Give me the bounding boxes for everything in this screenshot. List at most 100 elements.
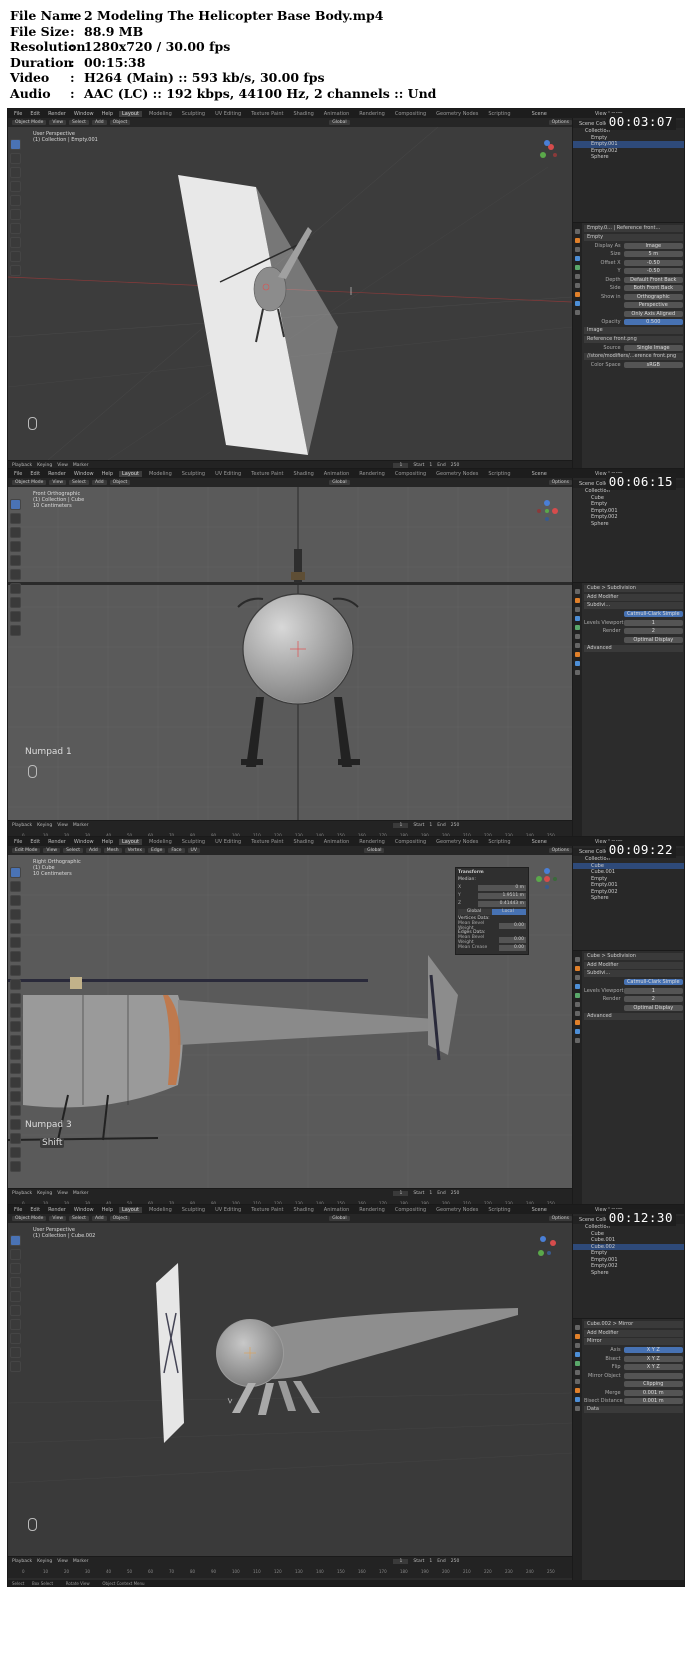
menu-item-window[interactable]: Window	[72, 839, 96, 845]
properties-tab-icon[interactable]	[575, 256, 580, 261]
property-header[interactable]: Subdivi...	[584, 970, 683, 977]
properties-tab-icon[interactable]	[575, 607, 580, 612]
header-menu-item[interactable]: View	[43, 848, 61, 853]
menu-item-help[interactable]: Help	[100, 471, 115, 477]
property-value[interactable]: Optimal Display	[623, 1004, 683, 1011]
tool-button-icon[interactable]	[10, 881, 21, 892]
tool-button-icon[interactable]	[10, 1007, 21, 1018]
tool-button-icon[interactable]	[10, 1361, 21, 1372]
property-value[interactable]: Single Image	[623, 344, 683, 351]
header-menu-item[interactable]: Vertex	[124, 848, 146, 853]
timeline-menu-marker[interactable]: Marker	[73, 1559, 89, 1564]
outliner-item[interactable]: Sphere	[573, 895, 684, 902]
tool-button-icon[interactable]	[10, 1119, 21, 1130]
tool-button-icon[interactable]	[10, 265, 21, 276]
tool-button-icon[interactable]	[10, 251, 21, 262]
tool-button-icon[interactable]	[10, 1063, 21, 1074]
properties-tab-icon[interactable]	[575, 1325, 580, 1330]
tool-button-icon[interactable]	[10, 541, 21, 552]
property-header[interactable]: Cube.002 > Mirror	[584, 1321, 683, 1328]
properties-tab-icon[interactable]	[575, 1397, 580, 1402]
workspace-tab[interactable]: Layout	[119, 1206, 142, 1213]
timeline-menu-keying[interactable]: Keying	[37, 1191, 52, 1196]
tool-button-icon[interactable]	[10, 951, 21, 962]
scene-selector[interactable]: Scene	[530, 111, 549, 117]
properties-tab-icon[interactable]	[575, 1388, 580, 1393]
tool-button-icon[interactable]	[10, 1333, 21, 1344]
timeline-menu-view[interactable]: View	[57, 463, 68, 468]
menu-item-render[interactable]: Render	[46, 1207, 68, 1213]
start-field[interactable]: 1	[429, 463, 432, 468]
options-button[interactable]: Options	[548, 848, 572, 853]
start-field[interactable]: 1	[429, 1559, 432, 1564]
transform-orientation[interactable]: Global	[364, 848, 385, 853]
timeline-menu-keying[interactable]: Keying	[37, 463, 52, 468]
header-menu-item[interactable]: Add	[91, 480, 107, 485]
scene-selector[interactable]: Scene	[530, 1207, 549, 1213]
mode-selector[interactable]: Object Mode	[12, 120, 47, 125]
3d-viewport[interactable]: User Perspective (1) Collection | Empty.0…	[8, 127, 572, 460]
menu-item-file[interactable]: File	[12, 471, 24, 477]
end-field[interactable]: 250	[451, 823, 460, 828]
header-menu-item[interactable]: View	[49, 480, 67, 485]
properties-tab-icon[interactable]	[575, 301, 580, 306]
tool-button-icon[interactable]	[10, 1105, 21, 1116]
menu-item-render[interactable]: Render	[46, 111, 68, 117]
workspace-tab[interactable]: Texture Paint	[248, 471, 286, 477]
menu-item-file[interactable]: File	[12, 839, 24, 845]
transform-orientation[interactable]: Global	[329, 120, 350, 125]
navigation-gizmo-icon[interactable]	[535, 1235, 559, 1259]
menu-item-help[interactable]: Help	[100, 111, 115, 117]
properties-tab-icon[interactable]	[575, 310, 580, 315]
tool-button-icon[interactable]	[10, 1035, 21, 1046]
property-value[interactable]: 2	[623, 996, 683, 1002]
workspace-tab[interactable]: Scripting	[485, 839, 513, 845]
mode-selector[interactable]: Edit Mode	[12, 848, 41, 853]
tool-button-icon[interactable]	[10, 167, 21, 178]
workspace-tab[interactable]: Compositing	[392, 471, 429, 477]
property-header[interactable]: Subdivi...	[584, 602, 683, 609]
tool-button-icon[interactable]	[10, 909, 21, 920]
workspace-tab[interactable]: Scripting	[485, 111, 513, 117]
property-value[interactable]: 5 m	[623, 251, 683, 257]
mode-selector[interactable]: Object Mode	[12, 480, 47, 485]
properties-tab-icon[interactable]	[575, 1011, 580, 1016]
menu-item-window[interactable]: Window	[72, 1207, 96, 1213]
property-header[interactable]: Advanced	[584, 644, 683, 652]
tool-button-icon[interactable]	[10, 1319, 21, 1330]
workspace-tab[interactable]: Animation	[321, 839, 353, 845]
properties-tab-icon[interactable]	[575, 283, 580, 288]
workspace-tab[interactable]: Scripting	[485, 1207, 513, 1213]
tool-button-icon[interactable]	[10, 965, 21, 976]
property-value[interactable]	[623, 1372, 683, 1379]
property-header[interactable]: Empty	[584, 233, 683, 241]
end-field[interactable]: 250	[451, 1559, 460, 1564]
property-header[interactable]: Advanced	[584, 1012, 683, 1020]
transform-orientation[interactable]: Global	[329, 480, 350, 485]
properties-tab-icon[interactable]	[575, 265, 580, 270]
workspace-tab[interactable]: Shading	[290, 471, 316, 477]
properties-tab-icon[interactable]	[575, 661, 580, 666]
tool-button-icon[interactable]	[10, 1147, 21, 1158]
properties-tab-icon[interactable]	[575, 1020, 580, 1025]
mode-selector[interactable]: Object Mode	[12, 1216, 47, 1221]
properties-tab-icon[interactable]	[575, 616, 580, 621]
outliner-item[interactable]: Sphere	[573, 1270, 684, 1277]
start-field[interactable]: 1	[429, 1191, 432, 1196]
current-frame-field[interactable]: 1	[393, 462, 409, 468]
tool-button-icon[interactable]	[10, 223, 21, 234]
workspace-tab[interactable]: UV Editing	[212, 471, 244, 477]
workspace-tab[interactable]: Rendering	[356, 111, 388, 117]
properties-tab-icon[interactable]	[575, 1370, 580, 1375]
header-menu-item[interactable]: Add	[91, 120, 107, 125]
timeline-menu-keying[interactable]: Keying	[37, 823, 52, 828]
current-frame-field[interactable]: 1	[393, 1190, 409, 1196]
tool-button-icon[interactable]	[10, 237, 21, 248]
workspace-tab[interactable]: Rendering	[356, 471, 388, 477]
workspace-tab[interactable]: Shading	[290, 1207, 316, 1213]
tool-button-icon[interactable]	[10, 555, 21, 566]
header-menu-item[interactable]: UV	[187, 848, 200, 853]
outliner-item[interactable]: Sphere	[573, 154, 684, 161]
menu-item-window[interactable]: Window	[72, 471, 96, 477]
menu-item-edit[interactable]: Edit	[28, 111, 42, 117]
